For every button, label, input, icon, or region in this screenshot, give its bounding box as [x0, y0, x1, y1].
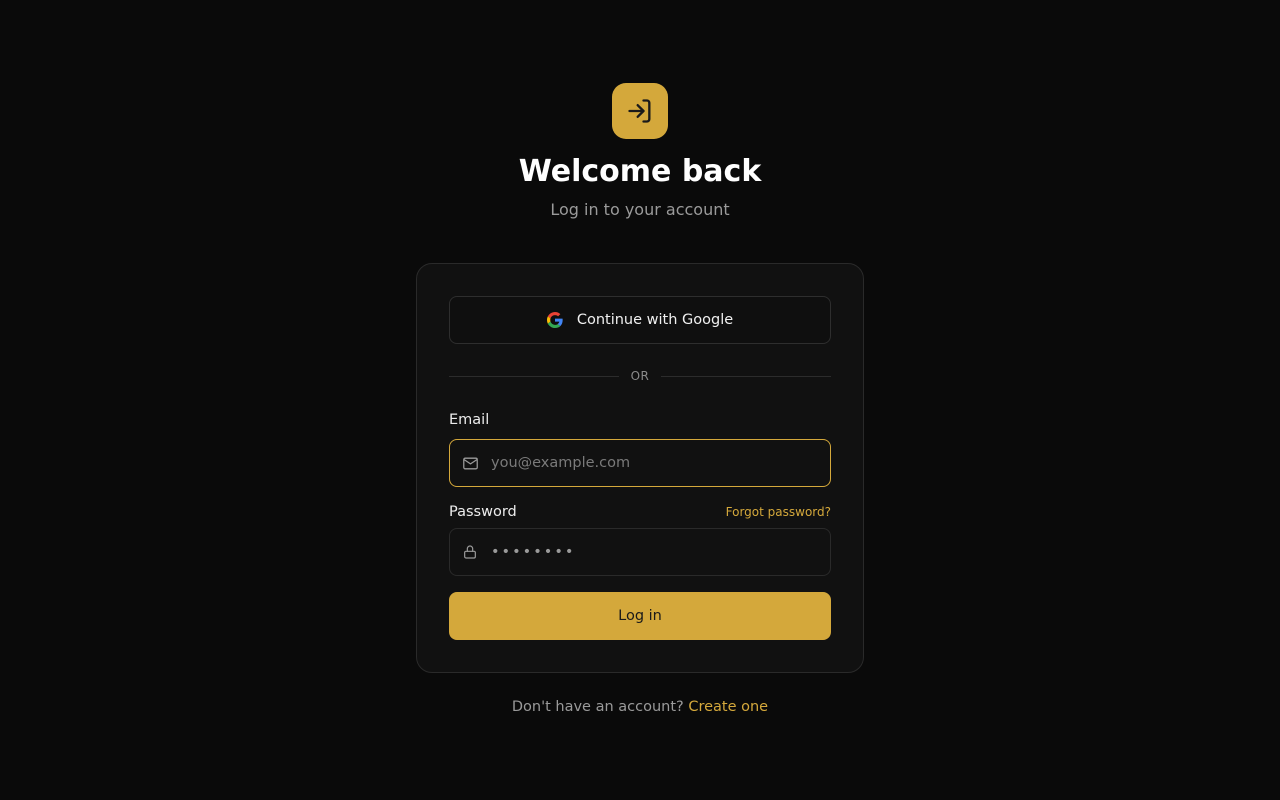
- email-field-container[interactable]: [449, 439, 831, 487]
- login-page: Welcome back Log in to your account Cont…: [0, 0, 1280, 800]
- login-card: Continue with Google OR Email Password F…: [416, 263, 864, 673]
- email-field[interactable]: [491, 440, 830, 486]
- lock-icon: [461, 543, 479, 561]
- forgot-password-link[interactable]: Forgot password?: [726, 504, 831, 520]
- divider-line-left: [449, 375, 619, 377]
- google-icon: [546, 312, 563, 328]
- divider-text: OR: [630, 369, 650, 383]
- email-label: Email: [449, 412, 490, 428]
- password-label: Password: [449, 504, 517, 520]
- mail-icon: [461, 454, 479, 472]
- create-account-link[interactable]: Create one: [688, 699, 768, 715]
- continue-with-google-button[interactable]: Continue with Google: [449, 296, 831, 344]
- page-subtitle: Log in to your account: [550, 200, 730, 219]
- login-arrow-icon: [612, 83, 668, 139]
- log-in-button[interactable]: Log in: [449, 592, 831, 640]
- google-button-label: Continue with Google: [576, 312, 734, 328]
- signup-prompt-text: Don't have an account?: [511, 699, 689, 715]
- signup-prompt-row: Don't have an account? Create one: [0, 697, 1280, 717]
- password-field-container[interactable]: [449, 528, 831, 576]
- divider-line-right: [661, 375, 832, 377]
- or-divider: OR: [449, 366, 832, 386]
- page-title: Welcome back: [518, 154, 762, 189]
- password-field[interactable]: [491, 529, 830, 575]
